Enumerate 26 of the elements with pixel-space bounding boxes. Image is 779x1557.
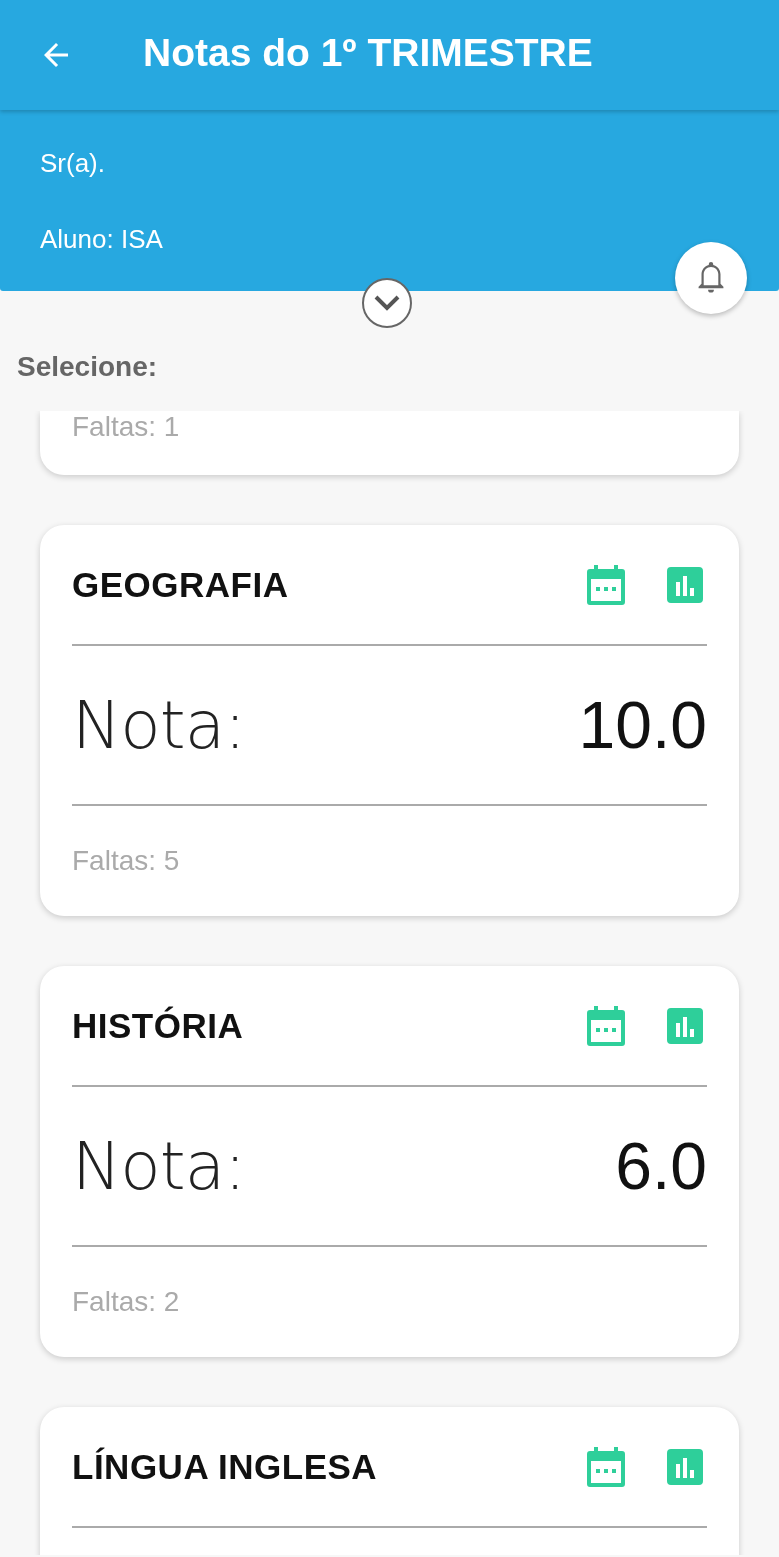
bar-chart-icon[interactable] xyxy=(667,1448,703,1485)
subject-name: LÍNGUA INGLESA xyxy=(72,1446,379,1487)
grade-label: Nota: xyxy=(72,686,246,764)
calendar-icon[interactable] xyxy=(587,564,625,605)
absences-text: Faltas: 1 xyxy=(72,411,180,443)
grade-value: 10.0 xyxy=(578,687,707,763)
expand-button[interactable] xyxy=(362,278,412,328)
subject-card[interactable]: GEOGRAFIA Nota: 10.0 Faltas: 5 xyxy=(40,525,739,916)
chevron-down-icon xyxy=(373,294,401,312)
student-name: Aluno: ISA xyxy=(40,224,163,255)
absences-text: Faltas: 2 xyxy=(72,1286,180,1318)
grade-label: Nota: xyxy=(72,1127,246,1205)
bar-chart-icon[interactable] xyxy=(667,1007,703,1044)
greeting-text: Sr(a). xyxy=(40,148,105,179)
absences-text: Faltas: 5 xyxy=(72,845,180,877)
bar-chart-icon[interactable] xyxy=(667,566,703,603)
screen-title: Notas do 1º TRIMESTRE xyxy=(143,31,593,76)
section-label: Selecione: xyxy=(17,351,158,382)
subject-name: HISTÓRIA xyxy=(72,1005,245,1046)
calendar-icon[interactable] xyxy=(587,1005,625,1046)
grade-value: 6.0 xyxy=(615,1128,707,1204)
subject-card[interactable]: LÍNGUA INGLESA xyxy=(40,1407,739,1555)
subject-card[interactable]: HISTÓRIA Nota: 6.0 Faltas: 2 xyxy=(40,966,739,1357)
notification-button[interactable] xyxy=(675,242,747,314)
subject-name: GEOGRAFIA xyxy=(72,564,290,605)
calendar-icon[interactable] xyxy=(587,1446,625,1487)
